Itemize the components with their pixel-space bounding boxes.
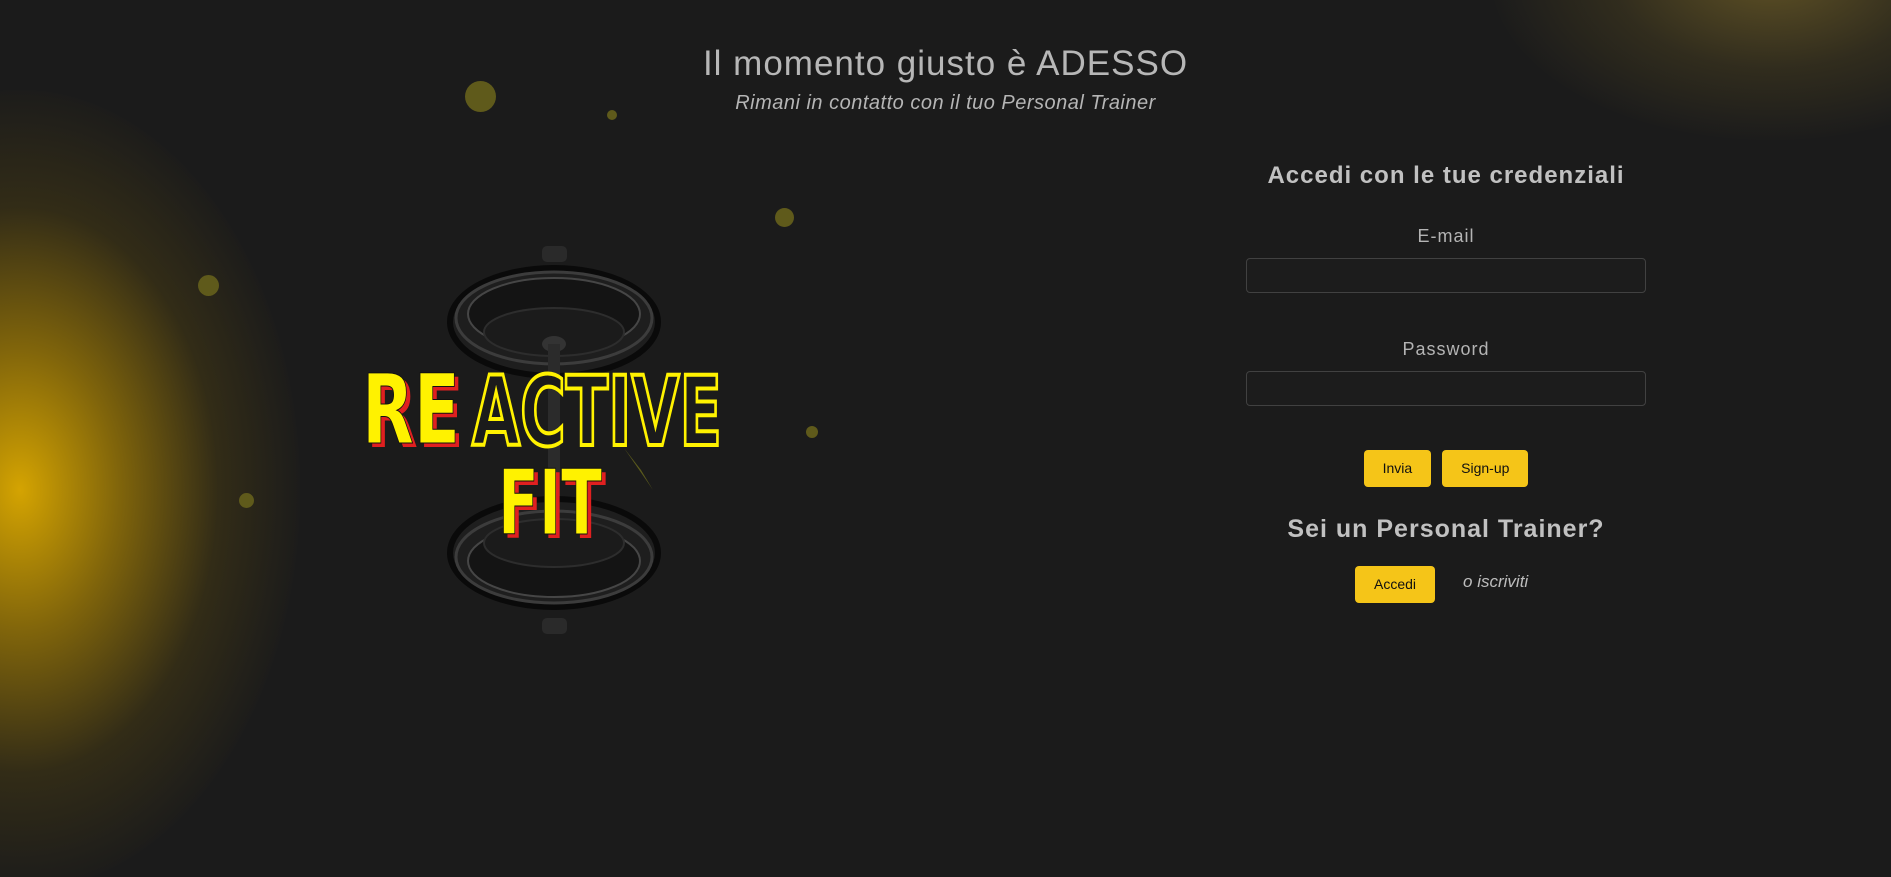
trainer-signup-link[interactable]: o iscriviti <box>1463 566 1528 598</box>
background-glow-left <box>0 90 300 877</box>
password-field[interactable] <box>1246 371 1646 406</box>
logo-fit-text: FIT <box>498 451 602 556</box>
page-title: Il momento giusto è ADESSO <box>702 44 1189 83</box>
page-subtitle: Rimani in contatto con il tuo Personal T… <box>735 92 1156 114</box>
hero-header: Il momento giusto è ADESSO Rimani in con… <box>0 40 1891 116</box>
decorative-dot <box>198 275 219 296</box>
decorative-dot <box>775 208 794 227</box>
logo-re-text: RE <box>362 354 460 466</box>
email-field[interactable] <box>1246 258 1646 293</box>
trainer-heading: Sei un Personal Trainer? <box>1287 515 1605 543</box>
decorative-dot <box>239 493 254 508</box>
login-heading: Accedi con le tue credenziali <box>1267 162 1625 189</box>
submit-button[interactable]: Invia <box>1363 450 1432 487</box>
login-form: Accedi con le tue credenziali E-mail Pas… <box>1246 160 1646 603</box>
dumbbell-handle-top <box>542 246 567 262</box>
dumbbell-handle-bottom <box>542 618 567 634</box>
email-label: E-mail <box>1417 226 1475 246</box>
decorative-dot <box>806 426 818 438</box>
password-label: Password <box>1402 339 1490 359</box>
login-actions: Invia Sign-up <box>1246 450 1646 487</box>
signup-button[interactable]: Sign-up <box>1442 450 1529 487</box>
trainer-login-button[interactable]: Accedi <box>1355 566 1436 603</box>
login-page: Il momento giusto è ADESSO Rimani in con… <box>0 0 1891 877</box>
reactive-fit-logo: RE RE ACTIVE FIT FIT <box>362 246 724 634</box>
trainer-actions: Accedi o iscriviti <box>1246 566 1646 603</box>
